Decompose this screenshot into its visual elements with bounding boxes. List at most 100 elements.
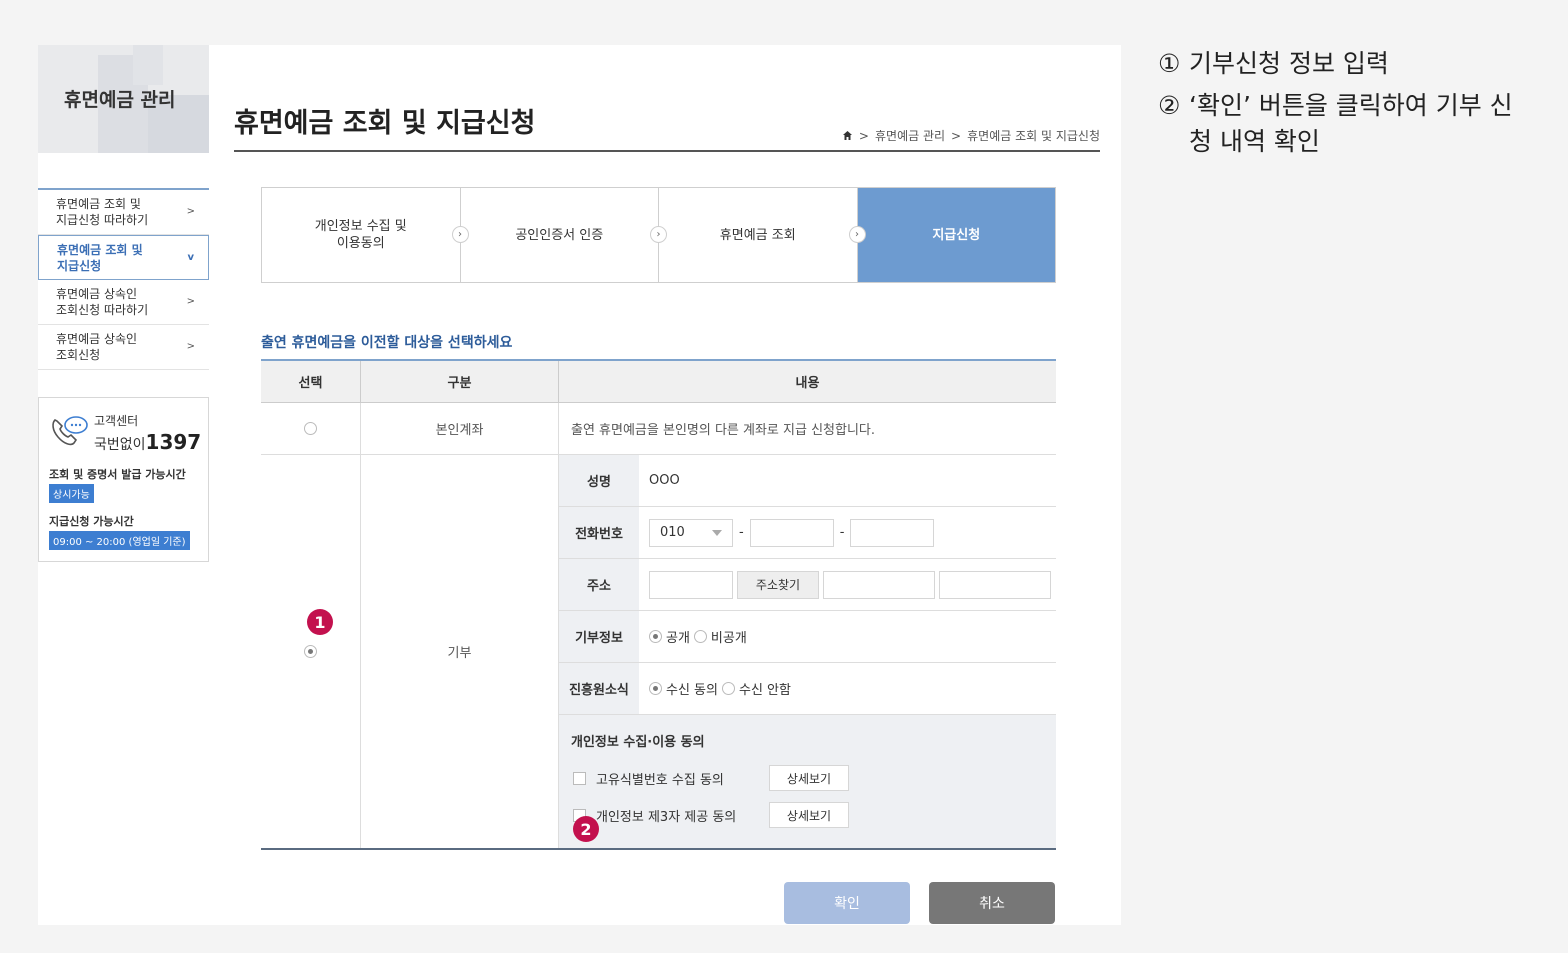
step-apply: 지급신청 [857, 188, 1055, 282]
cs-hours-badge: 09:00 ~ 20:00 (영업일 기준) [49, 531, 190, 550]
instruction-number: ① [1158, 49, 1181, 78]
sidebar-item-heir-guide[interactable]: 휴면예금 상속인 조회신청 따라하기 > [38, 280, 209, 325]
select-cell [261, 455, 361, 848]
phone-prefix-value: 010 [660, 525, 685, 540]
donation-info-options: 공개 비공개 [639, 611, 1056, 662]
newsletter-reject-label: 수신 안함 [738, 683, 791, 698]
consent-third-party-label: 개인정보 제3자 제공 동의 [596, 810, 737, 825]
breadcrumb: > 휴면예금 관리 > 휴면예금 조회 및 지급신청 [842, 127, 1100, 144]
public-radio[interactable] [649, 630, 662, 643]
instructions-panel: ① 기부신청 정보 입력 ② ‘확인’ 버튼을 클릭하여 기부 신청 내역 확인 [1158, 46, 1528, 166]
address-fields: 주소찾기 [639, 559, 1056, 610]
confirm-button[interactable]: 확인 [784, 882, 910, 924]
name-row: 성명 OOO [559, 455, 1056, 507]
instruction-item: ① 기부신청 정보 입력 [1158, 46, 1528, 82]
private-radio[interactable] [693, 630, 707, 643]
dash: - [839, 525, 845, 540]
name-value: OOO [649, 473, 680, 488]
chevron-right-icon: > [186, 296, 195, 307]
chevron-right-icon: › [848, 226, 866, 243]
public-label: 공개 [666, 631, 690, 646]
table-row: 본인계좌 출연 휴면예금을 본인명의 다른 계좌로 지급 신청합니다. [261, 403, 1056, 455]
cs-number-row: 국번없이1397 [94, 430, 201, 454]
header-decoration [133, 45, 163, 85]
chevron-right-icon: › [650, 226, 667, 243]
step-lookup: 휴면예금 조회 › [659, 188, 866, 282]
title-divider [234, 150, 1100, 152]
sidebar-item-heir-apply[interactable]: 휴면예금 상속인 조회신청 > [38, 325, 209, 370]
newsletter-reject-radio[interactable] [721, 682, 735, 695]
detail-button[interactable]: 상세보기 [769, 802, 849, 828]
consent-id-label: 고유식별번호 수집 동의 [596, 773, 724, 788]
instruction-text: ‘확인’ 버튼을 클릭하여 기부 신청 내역 확인 [1189, 91, 1513, 156]
sidebar-item-apply[interactable]: 휴면예금 조회 및 지급신청 v [38, 235, 209, 280]
address-label: 주소 [559, 559, 639, 610]
chevron-down-icon: v [187, 252, 194, 263]
select-cell [261, 403, 361, 454]
cs-hours-label: 지급신청 가능시간 [49, 515, 134, 528]
address-input[interactable] [823, 570, 935, 599]
sidebar-item-label: 지급신청 [57, 259, 102, 273]
newsletter-agree-label: 수신 동의 [666, 683, 718, 698]
sidebar-item-label: 지급신청 따라하기 [56, 213, 149, 227]
cs-label: 고객센터 [94, 414, 139, 428]
name-label: 성명 [559, 455, 639, 506]
private-label: 비공개 [710, 631, 747, 646]
home-icon[interactable] [842, 130, 853, 141]
sidebar-item-label: 조회신청 따라하기 [56, 303, 149, 317]
cancel-button[interactable]: 취소 [929, 882, 1055, 924]
chevron-down-icon [712, 529, 722, 536]
cs-hours-label: 조회 및 증명서 발급 가능시간 [49, 468, 186, 481]
column-header: 구분 [361, 361, 559, 402]
address-search-button[interactable]: 주소찾기 [737, 570, 819, 599]
phone-prefix-select[interactable]: 010 [649, 518, 733, 547]
step-label: 이용동의 [336, 236, 385, 251]
column-header: 내용 [795, 376, 820, 391]
step-indicator: 개인정보 수집 및이용동의 › 공인인증서 인증 › 휴면예금 조회 › 지급신… [261, 187, 1056, 283]
newsletter-options: 수신 동의 수신 안함 [639, 663, 1056, 714]
sidebar-item-guide[interactable]: 휴면예금 조회 및 지급신청 따라하기 > [38, 190, 209, 235]
step-certificate: 공인인증서 인증 › [461, 188, 667, 282]
privacy-consent-section: 개인정보 수집·이용 동의 고유식별번호 수집 동의 상세보기 개인정보 제3자… [559, 715, 1056, 848]
donation-radio[interactable] [304, 645, 317, 658]
consent-title: 개인정보 수집·이용 동의 [571, 735, 705, 750]
callout-marker-2: 2 [573, 816, 599, 842]
detail-button[interactable]: 상세보기 [769, 765, 849, 791]
step-consent: 개인정보 수집 및 이용동의 › [262, 188, 469, 282]
cs-hours-badge: 상시가능 [49, 484, 94, 503]
callout-marker-1: 1 [307, 609, 333, 635]
cs-prefix: 국번없이 [94, 437, 146, 453]
breadcrumb-separator: > [858, 128, 869, 143]
main-frame: 휴면예금 관리 휴면예금 조회 및 지급신청 따라하기 > 휴면예금 조회 및 … [38, 45, 1121, 925]
phone-chat-icon [52, 416, 88, 446]
donation-info-label: 기부정보 [559, 611, 639, 662]
own-account-radio[interactable] [304, 422, 317, 435]
consent-line: 고유식별번호 수집 동의 [573, 769, 724, 788]
chevron-right-icon: > [186, 341, 195, 352]
donation-info-row: 기부정보 공개 비공개 [559, 611, 1056, 663]
step-label: 지급신청 [932, 227, 981, 243]
step-label: 휴면예금 조회 [719, 227, 796, 243]
address-row: 주소 주소찾기 [559, 559, 1056, 611]
phone-last-input[interactable] [850, 518, 935, 547]
phone-row: 전화번호 010 - - [559, 507, 1056, 559]
sidebar-item-label: 휴면예금 상속인 [56, 287, 138, 301]
step-label: 개인정보 수집 및 [314, 219, 407, 234]
transfer-target-table: 선택 구분 내용 본인계좌 출연 휴면예금을 본인명의 다른 계좌로 지급 신청… [261, 359, 1056, 850]
newsletter-agree-radio[interactable] [649, 682, 662, 695]
step-label: 공인인증서 인증 [515, 227, 604, 243]
phone-fields: 010 - - [639, 507, 1056, 558]
instruction-item: ② ‘확인’ 버튼을 클릭하여 기부 신청 내역 확인 [1158, 88, 1528, 160]
page-title: 휴면예금 조회 및 지급신청 [234, 108, 536, 139]
phone-middle-input[interactable] [749, 518, 834, 547]
zipcode-input[interactable] [649, 570, 733, 599]
content-cell: 출연 휴면예금을 본인명의 다른 계좌로 지급 신청합니다. [571, 423, 876, 438]
breadcrumb-item[interactable]: 휴면예금 조회 및 지급신청 [967, 127, 1100, 144]
address-detail-input[interactable] [939, 570, 1051, 599]
breadcrumb-item[interactable]: 휴면예금 관리 [875, 127, 945, 144]
cs-number: 1397 [145, 430, 202, 454]
newsletter-row: 진흥원소식 수신 동의 수신 안함 [559, 663, 1056, 715]
consent-id-checkbox[interactable] [573, 772, 586, 785]
phone-label: 전화번호 [559, 507, 639, 558]
instruction-number: ② [1158, 91, 1181, 120]
